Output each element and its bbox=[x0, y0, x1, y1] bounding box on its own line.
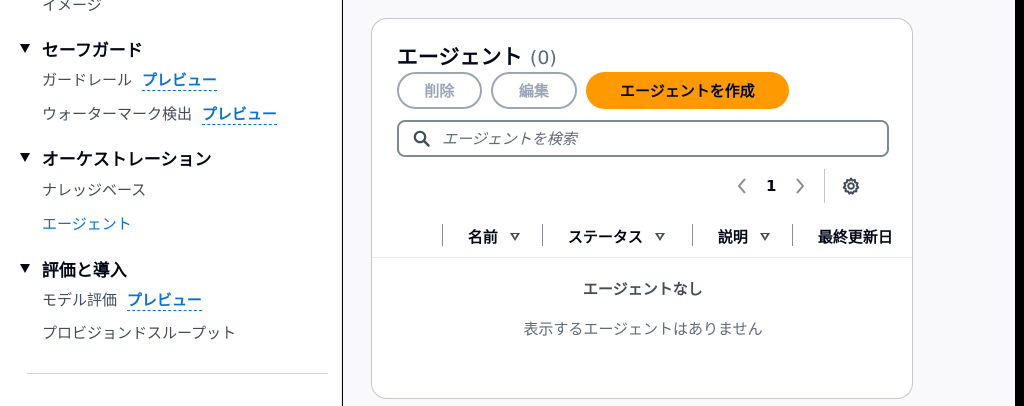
pagination: 1 bbox=[732, 169, 861, 203]
chevron-left-icon[interactable] bbox=[732, 177, 752, 195]
caret-down-icon bbox=[20, 264, 30, 273]
column-header-name[interactable]: 名前 bbox=[468, 226, 521, 247]
sidebar-item-guardrail[interactable]: ガードレール プレビュー bbox=[42, 69, 218, 91]
empty-state-title: エージェントなし bbox=[583, 280, 703, 298]
section-evaluation-toggle[interactable]: 評価と導入 bbox=[20, 256, 127, 281]
page-number[interactable]: 1 bbox=[766, 177, 776, 195]
sidebar-item-model-evaluation[interactable]: モデル評価 プレビュー bbox=[42, 289, 203, 311]
chevron-right-icon[interactable] bbox=[790, 177, 810, 195]
sidebar-item-label: ガードレール bbox=[42, 71, 133, 89]
column-header-last-updated[interactable]: 最終更新日 bbox=[818, 226, 893, 247]
section-evaluation-label: 評価と導入 bbox=[42, 261, 127, 281]
page-title: エージェント (0) bbox=[397, 41, 557, 71]
section-orchestration-toggle[interactable]: オーケストレーション bbox=[20, 145, 212, 170]
pager-divider bbox=[824, 169, 826, 203]
preview-badge[interactable]: プレビュー bbox=[142, 71, 218, 91]
create-agent-button[interactable]: エージェントを作成 bbox=[586, 72, 789, 109]
column-header-label: 説明 bbox=[718, 228, 749, 246]
sidebar-item-watermark-detection[interactable]: ウォーターマーク検出 プレビュー bbox=[42, 103, 278, 125]
sidebar-item-provisioned-throughput[interactable]: プロビジョンドスループット bbox=[42, 322, 236, 343]
sidebar-item-label: モデル評価 bbox=[42, 291, 118, 309]
caret-down-icon bbox=[20, 153, 30, 162]
sidebar-item-label: ウォーターマーク検出 bbox=[42, 105, 193, 123]
column-divider bbox=[442, 224, 443, 246]
gear-icon[interactable] bbox=[841, 176, 861, 196]
column-divider bbox=[542, 224, 543, 246]
sidebar: イメージ セーフガード ガードレール プレビュー ウォーターマーク検出 プレビュー … bbox=[0, 0, 342, 406]
column-divider bbox=[792, 224, 793, 246]
edit-button[interactable]: 編集 bbox=[491, 72, 577, 109]
column-header-label: ステータス bbox=[568, 228, 644, 246]
sort-triangle-icon[interactable] bbox=[760, 232, 771, 241]
preview-badge[interactable]: プレビュー bbox=[202, 105, 278, 125]
sidebar-item-knowledge-base[interactable]: ナレッジベース bbox=[42, 179, 146, 200]
search-input[interactable]: エージェントを検索 bbox=[397, 120, 889, 157]
section-orchestration-label: オーケストレーション bbox=[42, 150, 212, 170]
search-placeholder: エージェントを検索 bbox=[442, 130, 577, 148]
delete-button[interactable]: 削除 bbox=[397, 72, 482, 109]
search-icon bbox=[413, 130, 430, 147]
sidebar-item-image[interactable]: イメージ bbox=[42, 0, 102, 15]
sidebar-item-agents[interactable]: エージェント bbox=[42, 213, 132, 234]
preview-badge[interactable]: プレビュー bbox=[127, 291, 203, 311]
sort-triangle-icon[interactable] bbox=[655, 232, 666, 241]
agent-count: (0) bbox=[529, 47, 557, 69]
section-safeguard-toggle[interactable]: セーフガード bbox=[20, 36, 143, 61]
panel-title-text: エージェント bbox=[397, 45, 523, 69]
section-safeguard-label: セーフガード bbox=[42, 41, 143, 61]
sort-triangle-icon[interactable] bbox=[510, 232, 521, 241]
table-header: 名前 ステータス 説明 最終更新日 bbox=[372, 218, 912, 258]
column-divider bbox=[692, 224, 693, 246]
column-header-description[interactable]: 説明 bbox=[718, 226, 771, 247]
empty-state-description: 表示するエージェントはありません bbox=[523, 320, 763, 338]
agents-panel: エージェント (0) 削除 編集 エージェントを作成 エージェントを検索 1 名… bbox=[371, 18, 913, 399]
column-header-status[interactable]: ステータス bbox=[568, 226, 666, 247]
column-header-label: 名前 bbox=[468, 228, 499, 246]
sidebar-divider bbox=[27, 373, 328, 374]
caret-down-icon bbox=[20, 44, 30, 53]
